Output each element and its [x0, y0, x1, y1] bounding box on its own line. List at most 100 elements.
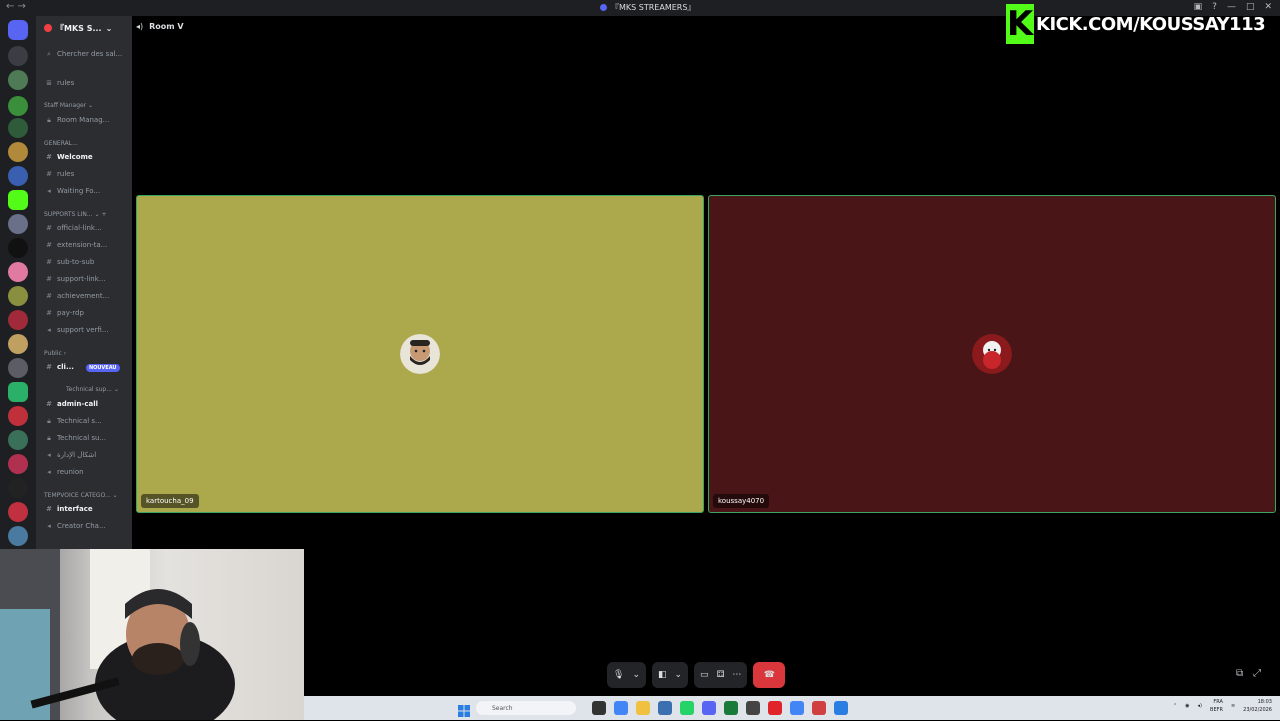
search-icon: ⌕ — [47, 50, 51, 58]
wifi-icon[interactable]: ≋ — [1231, 703, 1235, 709]
channel-official[interactable]: # official-link... — [36, 224, 132, 232]
server-icon[interactable] — [8, 214, 28, 234]
chrome-icon[interactable] — [790, 701, 804, 715]
channel-idara[interactable]: ◂ اشكال الإدارة — [36, 451, 132, 459]
server-icon[interactable] — [8, 286, 28, 306]
hash-icon: # — [46, 275, 52, 283]
channel-interface[interactable]: # interface — [36, 505, 132, 513]
category-technical[interactable]: Technical sup... ⌄ — [66, 386, 119, 393]
windows-start-icon[interactable] — [458, 702, 470, 717]
server-icon[interactable] — [8, 118, 28, 138]
channel-extension[interactable]: # extension-ta... — [36, 241, 132, 249]
kick-server-icon[interactable] — [8, 190, 28, 210]
app-icon[interactable] — [724, 701, 738, 715]
channel-cli[interactable]: # cli... NOUVEAU — [36, 363, 132, 372]
server-icon[interactable] — [8, 358, 28, 378]
volume-icon[interactable]: ◂) — [1198, 703, 1202, 709]
folder-icon[interactable] — [636, 701, 650, 715]
more-icon[interactable]: ⋯ — [732, 670, 741, 680]
whatsapp-icon[interactable] — [680, 701, 694, 715]
channel-room-manager[interactable]: 🔒︎ Room Manag... — [36, 116, 132, 125]
chevron-down-icon[interactable]: ⌄ — [675, 670, 683, 680]
category-public[interactable]: Public › — [44, 350, 66, 357]
server-icon[interactable] — [8, 406, 28, 426]
chevron-down-icon[interactable]: ⌄ — [632, 670, 640, 680]
server-icon[interactable] — [8, 70, 28, 90]
server-icon[interactable] — [8, 96, 28, 116]
channel-creator[interactable]: ◂ Creator Cha... — [36, 522, 132, 530]
category-label: SUPPORTS LIN... — [44, 211, 93, 218]
participant-tile[interactable]: koussay4070 — [708, 195, 1276, 513]
channel-welcome[interactable]: # Welcome — [36, 153, 132, 161]
network-icon[interactable]: ◉ — [1185, 703, 1189, 709]
language-indicator[interactable]: FRA BEFR — [1210, 698, 1223, 714]
app-icon[interactable] — [592, 701, 606, 715]
camera-button[interactable]: ◧ ⌄ — [651, 662, 689, 688]
server-icon[interactable] — [8, 46, 28, 66]
chevron-up-icon[interactable]: ⌃ — [1173, 703, 1177, 709]
app-icon[interactable] — [834, 701, 848, 715]
category-label: Technical sup... — [66, 386, 112, 393]
channel-subtosub[interactable]: # sub-to-sub — [36, 258, 132, 266]
server-icon[interactable] — [8, 478, 28, 498]
hash-icon: # — [46, 400, 52, 408]
hangup-button[interactable]: ☎︎ — [753, 662, 786, 688]
category-staff[interactable]: Staff Manager ⌄ — [44, 102, 93, 109]
channel-label: achievement... — [57, 292, 110, 300]
channel-label: Room Manag... — [57, 116, 110, 124]
server-name: 『MKS S... — [56, 23, 102, 33]
microphone-button[interactable]: 🎙︎ ⌄ — [607, 662, 646, 688]
screen-share-icon[interactable]: ▭ — [700, 670, 709, 680]
clock-time: 18:03 — [1257, 699, 1272, 705]
channel-technical-s[interactable]: 🔒︎ Technical s... — [36, 417, 132, 426]
back-arrow-icon[interactable]: ← → — [6, 1, 26, 12]
server-icon[interactable] — [8, 142, 28, 162]
kick-overlay: K KICK.COM/KOUSSAY113 — [1006, 4, 1276, 44]
clock[interactable]: 18:03 23/02/2026 — [1243, 698, 1272, 714]
server-icon[interactable] — [8, 502, 28, 522]
category-general[interactable]: GENERAL... — [44, 140, 78, 147]
channel-support-verif[interactable]: ◂ support verfi... — [36, 326, 132, 334]
app-icon[interactable] — [658, 701, 672, 715]
app-icon[interactable] — [812, 701, 826, 715]
popout-icon[interactable]: ⧉ — [1236, 668, 1243, 679]
channel-rules-top[interactable]: ≣ rules — [36, 79, 132, 87]
channel-rules[interactable]: # rules — [36, 170, 132, 178]
rules-icon: ≣ — [46, 79, 52, 87]
server-icon[interactable] — [8, 238, 28, 258]
taskbar-search[interactable]: Search — [476, 701, 576, 715]
server-icon[interactable] — [8, 382, 28, 402]
opera-icon[interactable] — [768, 701, 782, 715]
server-icon[interactable] — [8, 430, 28, 450]
channel-admin-call[interactable]: # admin-call — [36, 400, 132, 408]
chrome-icon[interactable] — [614, 701, 628, 715]
channel-technical-su[interactable]: 🔒︎ Technical su... — [36, 434, 132, 443]
server-icon[interactable] — [8, 262, 28, 282]
hash-icon: # — [46, 153, 52, 161]
discord-icon[interactable] — [702, 701, 716, 715]
channel-reunion[interactable]: ◂ reunion — [36, 468, 132, 476]
server-icon[interactable] — [8, 166, 28, 186]
channel-waiting[interactable]: ◂ Waiting Fo... — [36, 187, 132, 195]
search-channels[interactable]: ⌕ Chercher des sal... — [36, 50, 132, 59]
channel-label: rules — [57, 170, 75, 178]
hash-icon: # — [46, 505, 52, 513]
category-tempvoice[interactable]: TEMPVOICE CATEGO... ⌄ — [44, 492, 118, 499]
participant-name: kartoucha_09 — [141, 494, 199, 508]
server-header[interactable]: 『MKS S... ⌄ — [36, 16, 132, 40]
app-icon[interactable] — [746, 701, 760, 715]
channel-achievement[interactable]: # achievement... — [36, 292, 132, 300]
activity-icon[interactable]: ⚃ — [717, 670, 725, 680]
participant-tile[interactable]: kartoucha_09 — [136, 195, 704, 513]
category-supports[interactable]: SUPPORTS LIN... ⌄ + — [44, 211, 106, 218]
camera-icon: ◧ — [657, 670, 667, 680]
server-icon[interactable] — [8, 310, 28, 330]
channel-pay-rdp[interactable]: # pay-rdp — [36, 309, 132, 317]
server-icon[interactable] — [8, 454, 28, 474]
fullscreen-icon[interactable]: ⤢ — [1253, 668, 1261, 679]
server-icon[interactable] — [8, 526, 28, 546]
server-icon[interactable] — [8, 334, 28, 354]
server-rail — [0, 16, 36, 550]
channel-support-link[interactable]: # support-link... — [36, 275, 132, 283]
discord-home-icon[interactable] — [8, 20, 28, 40]
